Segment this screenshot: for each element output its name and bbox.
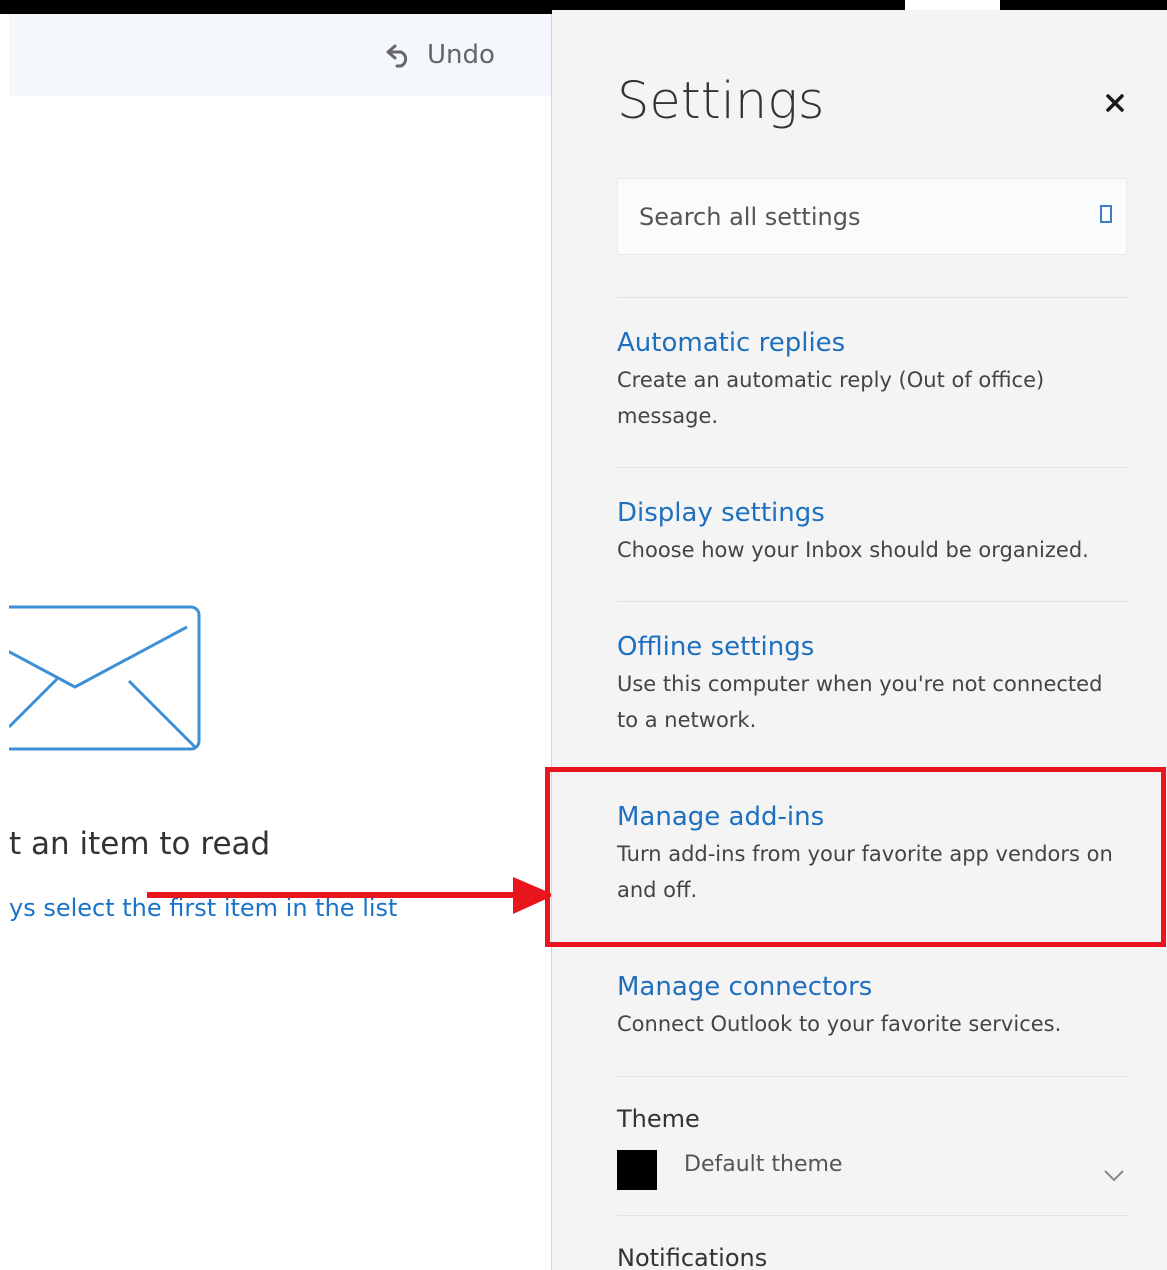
settings-item-description: Create an automatic reply (Out of office… — [617, 368, 1045, 428]
settings-item-offline-settings[interactable]: Offline settings Use this computer when … — [617, 630, 1127, 738]
settings-item-title[interactable]: Display settings — [617, 496, 1127, 530]
top-bar-gap — [905, 0, 1000, 10]
divider — [617, 467, 1129, 468]
settings-panel: Settings Automatic replies Create an aut… — [552, 10, 1167, 1270]
settings-title: Settings — [617, 72, 825, 131]
settings-item-title[interactable]: Offline settings — [617, 630, 1127, 664]
theme-label: Theme — [617, 1105, 700, 1133]
theme-value: Default theme — [684, 1152, 843, 1177]
settings-item-description: Turn add-ins from your favorite app vend… — [617, 842, 1113, 902]
settings-search-input[interactable] — [618, 179, 1078, 254]
envelope-icon — [9, 605, 201, 755]
search-icon[interactable] — [1100, 205, 1112, 223]
divider — [617, 601, 1129, 602]
close-icon — [1106, 94, 1124, 112]
settings-item-description: Use this computer when you're not connec… — [617, 672, 1103, 732]
settings-item-title[interactable]: Automatic replies — [617, 326, 1127, 360]
undo-icon — [385, 42, 415, 68]
notifications-label[interactable]: Notifications — [617, 1244, 767, 1270]
theme-dropdown[interactable]: Default theme — [617, 1148, 1129, 1192]
settings-item-title[interactable]: Manage connectors — [617, 970, 1127, 1004]
undo-button[interactable]: Undo — [385, 40, 495, 70]
divider — [617, 297, 1129, 298]
settings-item-automatic-replies[interactable]: Automatic replies Create an automatic re… — [617, 326, 1127, 434]
settings-item-title[interactable]: Manage add-ins — [617, 800, 1127, 834]
settings-item-manage-connectors[interactable]: Manage connectors Connect Outlook to you… — [617, 970, 1127, 1042]
divider — [617, 1215, 1129, 1216]
chevron-down-icon — [1103, 1168, 1125, 1187]
close-button[interactable] — [1100, 88, 1130, 118]
theme-swatch — [617, 1150, 657, 1190]
settings-search-box — [617, 178, 1127, 255]
divider — [617, 1076, 1129, 1077]
annotation-arrow — [147, 874, 551, 922]
settings-item-manage-add-ins[interactable]: Manage add-ins Turn add-ins from your fa… — [617, 800, 1127, 908]
app-window: Undo t an item to read ys select the fir… — [0, 0, 1167, 1270]
empty-state-title: t an item to read — [9, 826, 271, 862]
reading-pane-toolbar: Undo — [9, 14, 551, 96]
settings-item-display-settings[interactable]: Display settings Choose how your Inbox s… — [617, 496, 1127, 568]
reading-pane: Undo t an item to read ys select the fir… — [9, 14, 551, 1270]
settings-item-description: Choose how your Inbox should be organize… — [617, 538, 1089, 562]
undo-label: Undo — [427, 40, 495, 70]
settings-item-description: Connect Outlook to your favorite service… — [617, 1012, 1062, 1036]
